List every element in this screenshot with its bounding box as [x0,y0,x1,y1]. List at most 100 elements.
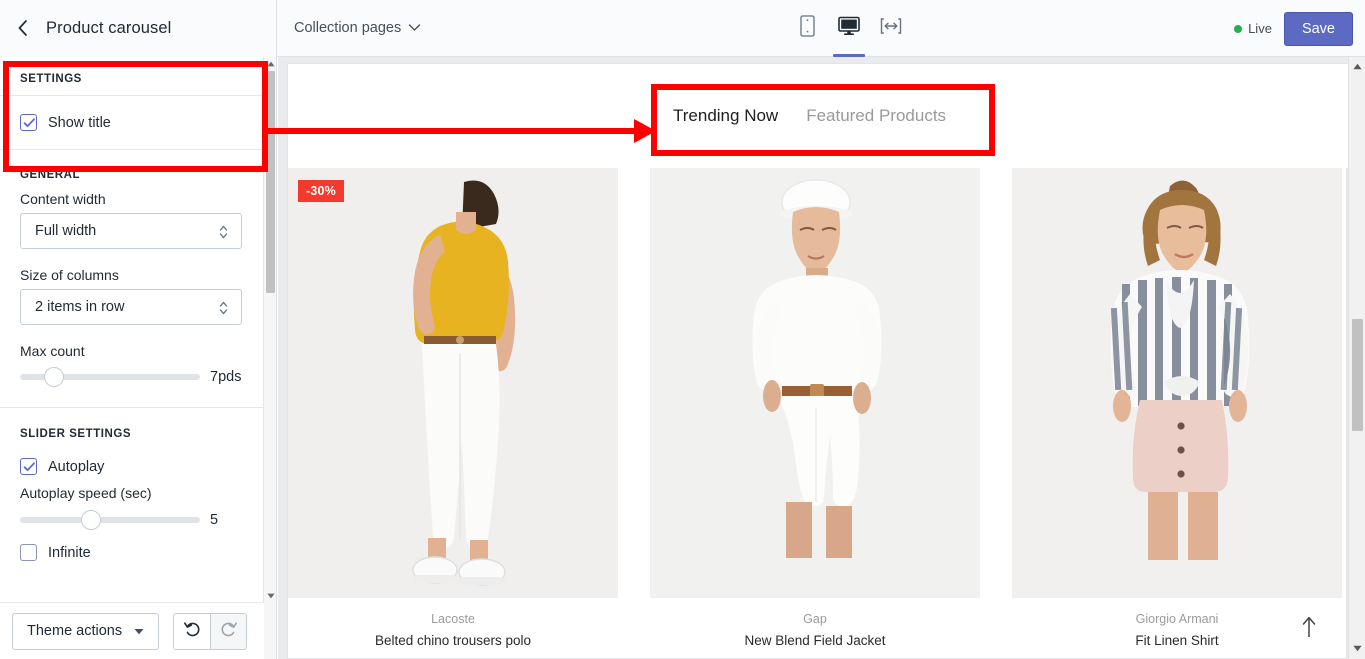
top-bar: Product carousel Collection pages Live S… [0,0,1365,57]
product-photo-lacoste [288,168,618,598]
autoplay-speed-value: 5 [210,512,219,528]
autoplay-speed-slider-thumb[interactable] [80,510,101,530]
discount-badge: -30% [298,180,344,202]
save-button[interactable]: Save [1283,11,1353,46]
theme-actions-label: Theme actions [27,623,123,639]
undo-redo-group [173,612,248,650]
sidebar-scroll-up-arrow[interactable] [264,57,276,70]
stepper-icon [218,299,229,321]
sidebar-scrollbar-thumb[interactable] [266,71,275,293]
autoplay-speed-label: Autoplay speed (sec) [20,485,152,501]
max-count-label: Max count [20,343,85,359]
max-count-slider-row: 7pds [0,367,264,387]
product-card[interactable]: -30% Lacoste Belted chino trousers polo [288,168,618,648]
mobile-icon [799,15,815,42]
product-name: New Blend Field Jacket [744,633,886,648]
preview-scrollbar-thumb[interactable] [1352,319,1363,431]
product-brand: Gap [803,612,827,626]
top-bar-right: Live Save [1234,0,1353,57]
autoplay-speed-slider-row: 5 [0,510,264,530]
size-of-columns-select[interactable]: 2 items in row [20,289,242,325]
preview-page: Trending Now Featured Products -30% Laco… [287,63,1348,659]
section-settings-heading: SETTINGS [20,73,82,85]
redo-icon [219,620,238,643]
theme-editor-screen: Product carousel Collection pages Live S… [0,0,1365,659]
sidebar-scrollbar[interactable] [263,57,276,659]
show-title-label: Show title [48,114,111,131]
size-of-columns-label: Size of columns [20,267,119,283]
preview-scroll-down-arrow[interactable] [1349,640,1365,657]
autoplay-speed-field: Autoplay speed (sec) [0,485,264,501]
undo-icon [183,620,202,643]
section-general: GENERAL Content width Full width Size of… [0,150,264,387]
tab-trending-now[interactable]: Trending Now [673,106,778,126]
autoplay-checkbox[interactable] [20,458,37,475]
product-photo-gap [650,168,980,598]
sidebar-bottom-bar: Theme actions [0,602,264,659]
preview-scrollbar[interactable] [1348,57,1365,659]
product-brand: Giorgio Armani [1135,612,1219,626]
device-toggle-fullwidth[interactable] [877,9,905,49]
max-count-field: Max count [0,343,264,359]
max-count-slider-thumb[interactable] [44,367,64,387]
section-slider-settings: SLIDER SETTINGS Autoplay Autoplay speed … [0,408,264,561]
device-toggle-group [793,0,905,57]
product-card[interactable]: Gap New Blend Field Jacket [650,168,980,648]
content-width-select[interactable]: Full width [20,213,242,249]
size-of-columns-value: 2 items in row [35,299,125,315]
status-badge: Live [1234,21,1272,36]
product-brand: Lacoste [431,612,475,626]
product-photo-armani [1012,168,1342,598]
infinite-checkbox[interactable] [20,544,37,561]
infinite-label: Infinite [48,544,91,561]
page-selector[interactable]: Collection pages [294,20,421,36]
product-name: Fit Linen Shirt [1135,633,1219,648]
sidebar-scroll-down-arrow[interactable] [264,589,276,602]
top-bar-middle: Collection pages [277,0,421,57]
status-label: Live [1248,21,1272,36]
section-settings: SETTINGS Show title [0,57,264,149]
back-button[interactable] [0,0,46,57]
device-toggle-mobile[interactable] [793,9,821,49]
content-width-label: Content width [20,191,106,207]
product-image[interactable]: -30% [288,168,618,598]
autoplay-speed-slider[interactable] [20,510,200,530]
content-width-field: Content width Full width [0,191,264,249]
settings-sidebar: SETTINGS Show title GENERAL Content widt… [0,57,277,659]
stepper-icon [218,223,229,245]
arrow-up-icon [1301,615,1317,644]
show-title-checkbox[interactable] [20,114,37,131]
caret-down-icon [134,623,144,639]
product-info: Giorgio Armani Fit Linen Shirt [1012,598,1342,648]
redo-button[interactable] [210,613,247,649]
desktop-icon [838,16,860,41]
undo-button[interactable] [174,613,211,649]
top-bar-left: Product carousel [0,0,277,57]
sidebar-scroll-area: SETTINGS Show title GENERAL Content widt… [0,57,264,602]
page-selector-label: Collection pages [294,20,402,36]
max-count-slider[interactable] [20,367,200,387]
size-of-columns-field: Size of columns 2 items in row [0,267,264,325]
back-to-top-button[interactable] [1297,614,1321,644]
product-name: Belted chino trousers polo [374,633,532,648]
infinite-checkbox-row[interactable]: Infinite [0,528,264,561]
section-general-heading: GENERAL [20,169,81,181]
device-toggle-desktop[interactable] [833,9,865,57]
storefront-preview: Trending Now Featured Products -30% Laco… [278,57,1365,659]
autoplay-checkbox-row[interactable]: Autoplay [0,450,264,485]
status-dot-icon [1234,24,1243,33]
product-info: Lacoste Belted chino trousers polo [288,598,618,648]
product-info: Gap New Blend Field Jacket [650,598,980,648]
product-card[interactable]: Giorgio Armani Fit Linen Shirt [1012,168,1342,648]
product-image[interactable] [650,168,980,598]
tab-featured-products[interactable]: Featured Products [806,106,946,126]
show-title-checkbox-row[interactable]: Show title [0,96,264,149]
theme-actions-button[interactable]: Theme actions [12,612,160,650]
fullwidth-icon [880,17,902,40]
carousel-tab-bar: Trending Now Featured Products [288,64,1348,168]
autoplay-label: Autoplay [48,458,105,475]
page-title: Product carousel [46,18,172,37]
product-image[interactable] [1012,168,1342,598]
preview-scroll-up-arrow[interactable] [1349,58,1365,75]
max-count-value: 7pds [210,369,242,385]
